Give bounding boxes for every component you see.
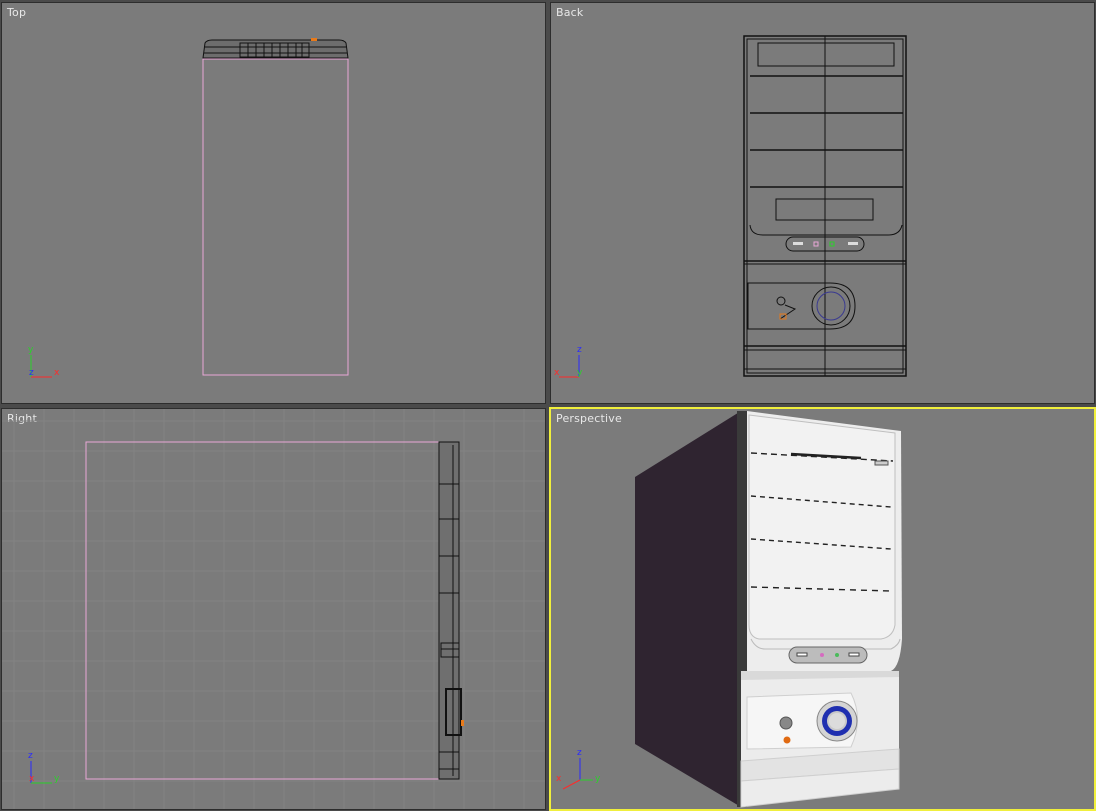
viewport-back[interactable]: Back z x y xyxy=(550,2,1095,404)
svg-text:y: y xyxy=(577,368,583,378)
pivot-marker xyxy=(461,720,464,726)
svg-text:x: x xyxy=(556,774,562,784)
svg-text:y: y xyxy=(595,774,601,784)
viewport-perspective[interactable]: Perspective z x y xyxy=(549,407,1096,811)
power-led xyxy=(783,736,791,744)
svg-text:z: z xyxy=(29,368,34,378)
svg-text:x: x xyxy=(554,368,560,378)
case-bounding-outline xyxy=(202,58,349,376)
svg-text:y: y xyxy=(28,345,34,355)
svg-text:z: z xyxy=(577,345,582,355)
case-top-wireframe xyxy=(202,39,349,59)
svg-text:z: z xyxy=(577,748,582,758)
case-front-wireframe xyxy=(743,35,907,377)
back-view-canvas: z x y xyxy=(554,35,907,378)
svg-text:x: x xyxy=(29,774,35,784)
case-bounding-outline xyxy=(85,441,440,780)
svg-text:x: x xyxy=(54,368,60,378)
axis-tripod-perspective: z x y xyxy=(556,748,601,790)
perspective-view-canvas: z x y xyxy=(556,411,902,808)
pivot-marker xyxy=(311,38,317,41)
svg-text:z: z xyxy=(28,751,33,761)
viewport-top[interactable]: Top y z x xyxy=(1,2,546,404)
axis-tripod-top: y z x xyxy=(28,345,60,378)
viewport-right[interactable]: Right z x y xyxy=(1,408,546,810)
right-view-canvas: z x y xyxy=(2,409,545,809)
svg-text:y: y xyxy=(54,774,60,784)
case-side-panel xyxy=(635,411,741,807)
grid xyxy=(2,409,545,809)
top-view-canvas: y z x xyxy=(28,38,349,378)
axis-tripod-back: z x y xyxy=(554,345,583,378)
reset-button xyxy=(779,716,793,730)
case-side-wireframe xyxy=(438,441,462,780)
